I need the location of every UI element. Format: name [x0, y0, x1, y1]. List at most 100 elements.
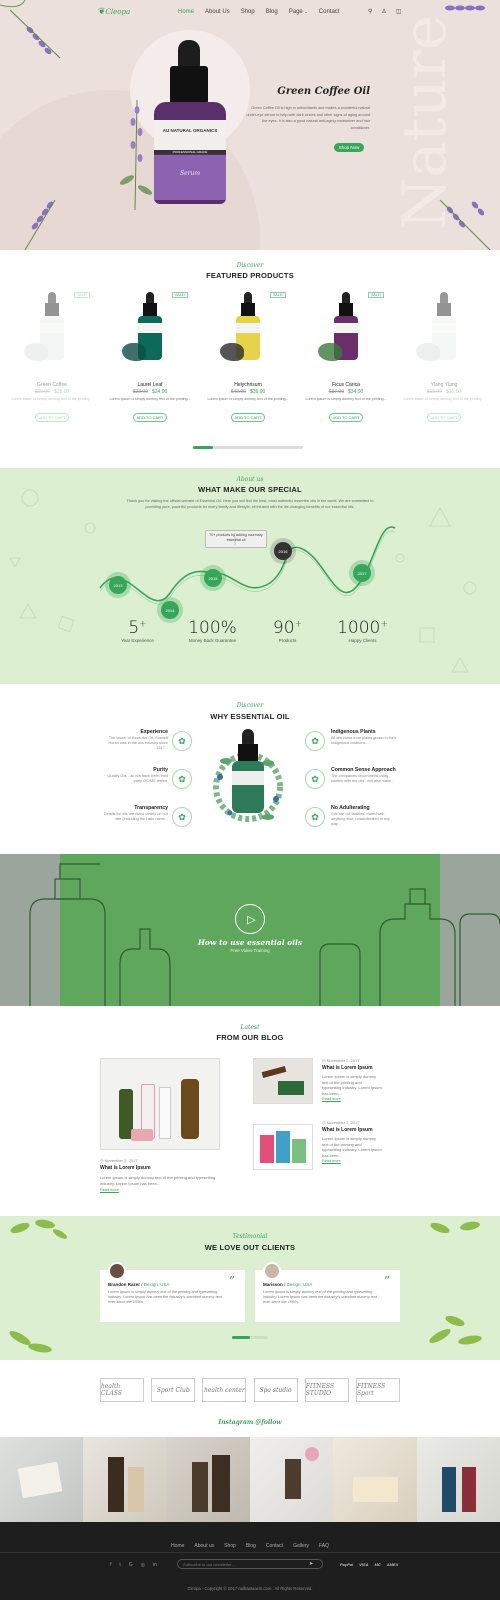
instagram-photo[interactable]: [83, 1437, 167, 1522]
product-name[interactable]: Ficus Carica: [300, 382, 392, 388]
instagram-photo[interactable]: [333, 1437, 417, 1522]
nav-home[interactable]: Home: [178, 9, 194, 15]
twitter-icon[interactable]: t: [119, 1562, 120, 1568]
feature-item: ✿ Common Sense Approach The companies reco…: [305, 767, 405, 801]
stat-value: 90: [272, 618, 295, 638]
blog-main-image[interactable]: [100, 1058, 220, 1150]
footer-nav-item[interactable]: About us: [194, 1543, 214, 1549]
ban-icon: ✿: [305, 807, 325, 827]
search-icon[interactable]: ⚲: [368, 8, 372, 15]
partner-logo[interactable]: Spa studio: [253, 1378, 298, 1402]
footer-nav-item[interactable]: Shop: [224, 1543, 236, 1549]
product-card[interactable]: SALE! Helychrisum $42.00 $39.00 Lorem Ipsum …: [202, 288, 294, 438]
partner-logo[interactable]: FITNESS Sport: [355, 1378, 400, 1402]
instagram-photo[interactable]: [166, 1437, 250, 1522]
product-price: $28.00 $24.00: [104, 389, 196, 395]
nav-contact[interactable]: Contact: [319, 9, 340, 15]
product-card[interactable]: SALE! Ficus Carica $37.00 $34.00 Lorem Ipsum…: [300, 288, 392, 438]
carousel-scrollbar-thumb[interactable]: [193, 446, 213, 449]
read-more-link[interactable]: Read more: [322, 1097, 382, 1101]
product-name[interactable]: Helychrisum: [202, 382, 294, 388]
timeline-point[interactable]: 2015: [204, 569, 222, 587]
bottle-cap: [170, 66, 208, 104]
instagram-photo[interactable]: [416, 1437, 500, 1522]
post-title[interactable]: What is Lorem Ipsum: [322, 1127, 382, 1133]
user-icon[interactable]: ♙: [381, 8, 386, 15]
plant-decoration: [24, 343, 48, 361]
feature-title: No Adulterating: [331, 805, 370, 811]
product-card[interactable]: Ylang Ylang $18.00 $16.00 Lorem Ipsum is si…: [398, 288, 490, 438]
shop-now-button[interactable]: Shop Now: [334, 143, 364, 152]
add-to-cart-button[interactable]: ADD TO CART: [329, 413, 363, 422]
add-to-cart-button[interactable]: ADD TO CART: [133, 413, 167, 422]
hero-lavender-sprig: [119, 100, 153, 210]
why-section: Discover WHY ESSENTIAL OIL ✿ Experience Th…: [0, 684, 500, 854]
partner-logo[interactable]: Sport Club: [151, 1378, 196, 1402]
photo-object: [17, 1461, 63, 1499]
instagram-feed: [0, 1437, 500, 1522]
add-to-cart-button[interactable]: ADD TO CART: [231, 413, 265, 422]
olive-branch-decoration: [9, 1331, 52, 1353]
feature-desc: All oils come from plants grown in their…: [331, 736, 396, 745]
post-title[interactable]: What is Lorem Ipsum: [322, 1065, 382, 1071]
timeline-point[interactable]: 2017: [353, 564, 371, 582]
product-box: [260, 1135, 274, 1163]
newsletter-input[interactable]: [178, 1561, 303, 1567]
timeline-point[interactable]: 2013: [109, 576, 127, 594]
play-video-button[interactable]: ▷: [235, 904, 265, 934]
product-name[interactable]: Laurel Leaf: [104, 382, 196, 388]
blog-side-image[interactable]: [253, 1058, 313, 1104]
post-title[interactable]: What is Lorem Ipsum: [100, 1165, 220, 1171]
timeline-point[interactable]: 2016: [274, 542, 292, 560]
footer-nav-item[interactable]: Home: [171, 1543, 184, 1549]
instagram-icon[interactable]: ◎: [141, 1562, 145, 1568]
client-name-text: Marisson: [263, 1282, 283, 1287]
post-date: ◷ November 2, 2017: [322, 1058, 382, 1063]
blog-side-image[interactable]: [253, 1124, 313, 1170]
partner-logo[interactable]: health center: [202, 1378, 247, 1402]
linkedin-icon[interactable]: in: [153, 1562, 157, 1568]
send-icon[interactable]: ➤: [309, 1561, 313, 1567]
bottle-label: [138, 323, 162, 333]
post-excerpt: Lorem Ipsum is simply dummy text of the …: [322, 1074, 382, 1096]
read-more-link[interactable]: Read more: [100, 1188, 220, 1192]
logo[interactable]: ❦ Cleopa: [98, 6, 130, 17]
nav-page[interactable]: Page ⌄: [289, 9, 308, 15]
product-desc: Lorem Ipsum is simply dummy text of the …: [11, 397, 93, 401]
footer-nav-item[interactable]: Blog: [246, 1543, 256, 1549]
stat-value: 100%: [188, 618, 237, 638]
timeline-point[interactable]: 2014: [161, 601, 179, 619]
carousel-scrollbar[interactable]: [193, 446, 303, 449]
partner-logo[interactable]: health CLASS: [100, 1378, 144, 1402]
facebook-icon[interactable]: f: [110, 1562, 111, 1568]
instagram-photo[interactable]: [249, 1437, 334, 1522]
google-icon[interactable]: G: [129, 1562, 133, 1568]
testimonial-scrollbar[interactable]: [232, 1336, 268, 1339]
bottle-body: [232, 761, 264, 813]
product-name[interactable]: Ylang Ylang: [398, 382, 490, 388]
product-card[interactable]: SALE! Green Coffee $29.00 $25.00 Lorem Ipsum…: [6, 288, 98, 438]
partner-logo[interactable]: FITNESS STUDIO: [304, 1378, 349, 1402]
footer-nav-item[interactable]: Contact: [266, 1543, 283, 1549]
testimonial-scrollbar-thumb[interactable]: [232, 1336, 250, 1339]
cart-icon[interactable]: ◫: [396, 8, 402, 15]
read-more-link[interactable]: Read more: [322, 1159, 382, 1163]
product-name[interactable]: Green Coffee: [6, 382, 98, 388]
footer-nav-item[interactable]: FAQ: [319, 1543, 329, 1549]
client-role: Design, USA: [143, 1282, 170, 1287]
add-to-cart-button[interactable]: ADD TO CART: [35, 413, 69, 422]
payment-method: AMEX: [386, 1562, 399, 1567]
nav-about[interactable]: About Us: [205, 9, 230, 15]
photo-object: [304, 1447, 319, 1461]
instagram-photo[interactable]: [0, 1437, 84, 1522]
nav-blog[interactable]: Blog: [266, 9, 278, 15]
footer-nav-item[interactable]: Gallery: [293, 1543, 309, 1549]
product-box: [292, 1139, 306, 1163]
photo-object: [353, 1477, 399, 1502]
nav-shop[interactable]: Shop: [241, 9, 255, 15]
add-to-cart-button[interactable]: ADD TO CART: [427, 413, 461, 422]
product-card[interactable]: SALE! Laurel Leaf $28.00 $24.00 Lorem Ipsum …: [104, 288, 196, 438]
feature-text: Indigenous Plants All oils come from plan…: [331, 729, 399, 746]
client-name-text: Brandon Razer: [108, 1282, 141, 1287]
sale-badge: SALE!: [368, 292, 384, 298]
